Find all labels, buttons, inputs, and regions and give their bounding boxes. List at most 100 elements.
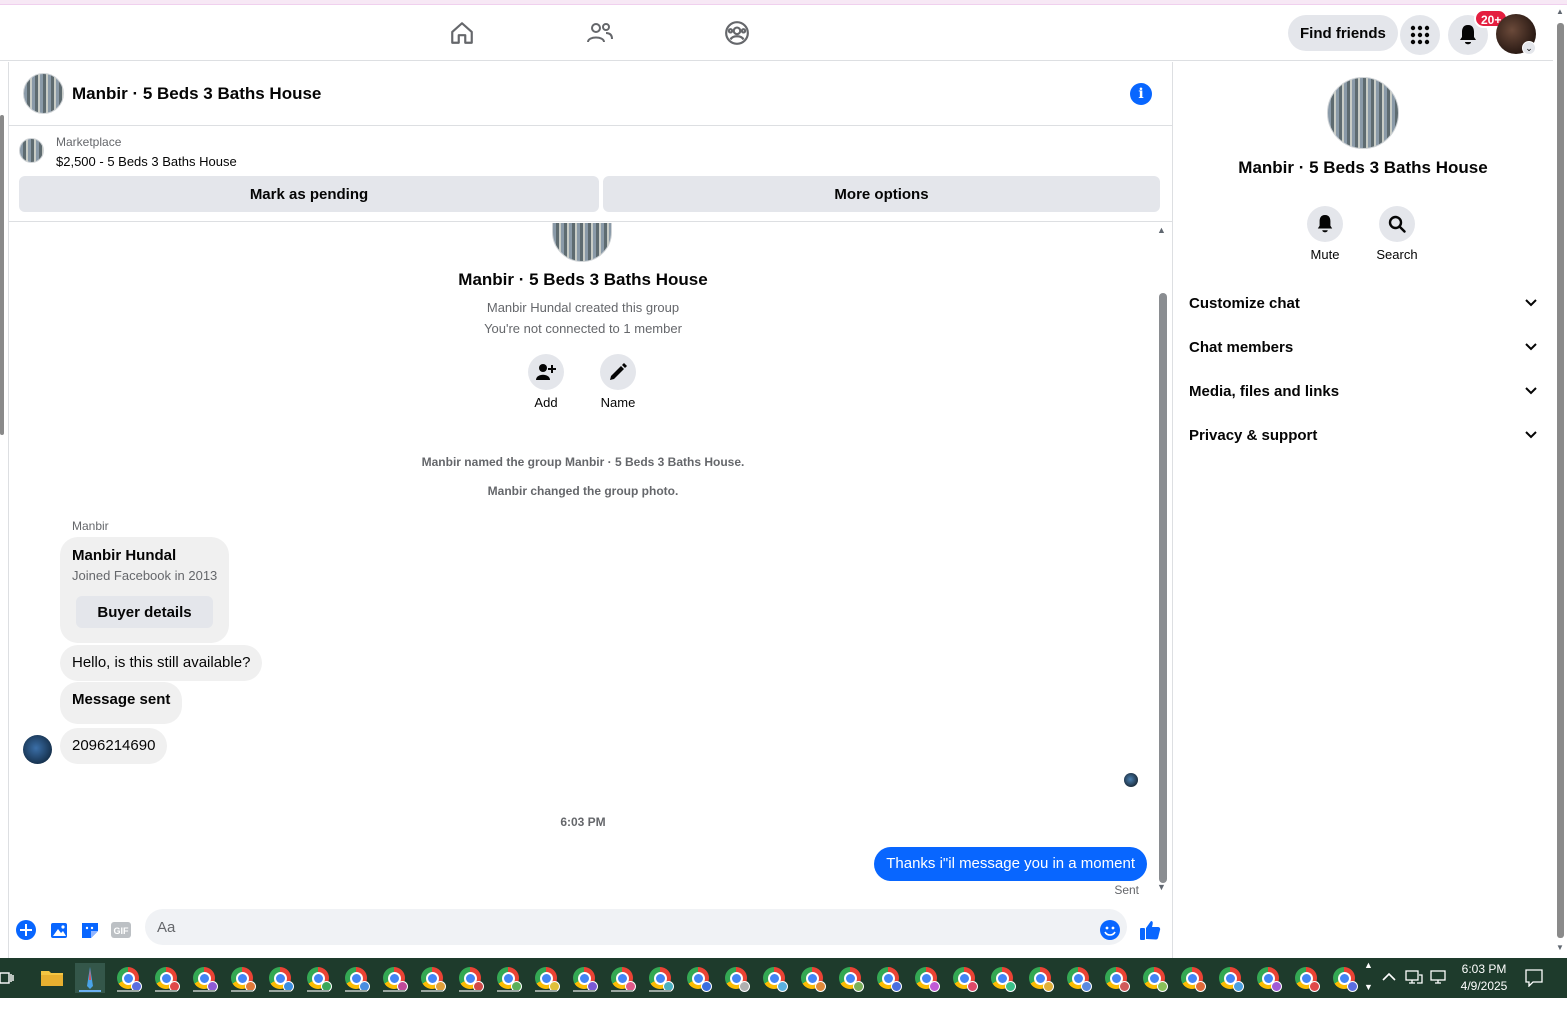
chrome-window-icon[interactable]	[645, 963, 675, 993]
friends-icon[interactable]	[584, 17, 616, 49]
info-icon[interactable]: i	[1130, 83, 1152, 105]
chrome-window-icon[interactable]	[1215, 963, 1245, 993]
scroll-up-icon[interactable]: ▲	[1157, 225, 1166, 235]
listing-thumbnail[interactable]	[19, 138, 44, 163]
groups-icon[interactable]	[721, 17, 753, 49]
system-clock[interactable]: 6:03 PM 4/9/2025	[1448, 961, 1520, 995]
page-scrollbar[interactable]: ▲ ▼	[1553, 5, 1567, 958]
chrome-window-icon[interactable]	[1291, 963, 1321, 993]
buyer-details-button[interactable]: Buyer details	[76, 596, 213, 628]
sticker-icon[interactable]	[79, 919, 101, 941]
listing-title[interactable]: $2,500 - 5 Beds 3 Baths House	[56, 154, 237, 169]
find-friends-button[interactable]: Find friends	[1288, 15, 1398, 51]
chrome-window-icon[interactable]	[341, 963, 371, 993]
chevron-down-icon	[1525, 429, 1537, 441]
message-bubble[interactable]: Message sent	[60, 682, 183, 724]
open-indicator	[611, 990, 633, 992]
chrome-window-icon[interactable]	[1101, 963, 1131, 993]
edit-name-icon[interactable]	[600, 354, 636, 390]
section-chat-members[interactable]: Chat members	[1189, 325, 1537, 369]
section-privacy-support[interactable]: Privacy & support	[1189, 413, 1537, 457]
add-label[interactable]: Add	[510, 395, 582, 410]
chrome-window-icon[interactable]	[759, 963, 789, 993]
tray-chevron-up-icon[interactable]	[1382, 970, 1396, 1010]
chrome-window-icon[interactable]	[569, 963, 599, 993]
chevron-down-icon[interactable]: ⌄	[1522, 41, 1536, 55]
profile-badge-icon	[1043, 981, 1054, 992]
chrome-window-icon[interactable]	[265, 963, 295, 993]
notification-center-icon[interactable]	[1525, 969, 1543, 1009]
my-message-bubble[interactable]: Thanks i"il message you in a moment	[874, 847, 1147, 881]
chrome-logo-icon	[1219, 967, 1244, 992]
file-explorer-icon[interactable]	[37, 963, 67, 993]
chrome-window-icon[interactable]	[227, 963, 257, 993]
chrome-window-icon[interactable]	[873, 963, 903, 993]
section-media-files-links[interactable]: Media, files and links	[1189, 369, 1537, 413]
mute-bell-icon[interactable]	[1307, 206, 1343, 242]
message-bubble[interactable]: Hello, is this still available?	[60, 645, 263, 681]
section-customize-chat[interactable]: Customize chat	[1189, 281, 1537, 325]
group-avatar[interactable]	[23, 73, 64, 114]
thread-scrollbar[interactable]: ▲ ▼	[1156, 223, 1170, 901]
message-bubble[interactable]: 2096214690	[60, 728, 168, 764]
search-icon[interactable]	[1379, 206, 1415, 242]
scroll-thumb[interactable]	[1159, 293, 1167, 883]
chrome-window-icon[interactable]	[493, 963, 523, 993]
chrome-window-icon[interactable]	[455, 963, 485, 993]
open-indicator	[649, 990, 671, 992]
chrome-window-icon[interactable]	[1025, 963, 1055, 993]
chrome-window-icon[interactable]	[151, 963, 181, 993]
chrome-window-icon[interactable]	[303, 963, 333, 993]
chrome-window-icon[interactable]	[531, 963, 561, 993]
chevron-down-icon	[1525, 297, 1537, 309]
chrome-window-icon[interactable]	[987, 963, 1017, 993]
name-label[interactable]: Name	[582, 395, 654, 410]
message-input[interactable]	[145, 909, 1127, 945]
chrome-window-icon[interactable]	[949, 963, 979, 993]
profile-badge-icon	[777, 981, 788, 992]
chrome-window-icon[interactable]	[835, 963, 865, 993]
chrome-window-icon[interactable]	[417, 963, 447, 993]
pinned-app-icon[interactable]	[75, 963, 105, 993]
home-icon[interactable]	[446, 17, 478, 49]
scroll-down-icon[interactable]: ▼	[1364, 982, 1373, 992]
plus-icon[interactable]	[15, 919, 37, 941]
scroll-up-icon[interactable]: ▲	[1556, 7, 1564, 16]
scroll-down-icon[interactable]: ▼	[1556, 943, 1564, 952]
chrome-logo-icon	[383, 967, 408, 992]
network-icon[interactable]	[1405, 969, 1423, 1009]
chrome-window-icon[interactable]	[379, 963, 409, 993]
chrome-window-icon[interactable]	[189, 963, 219, 993]
chrome-window-icon[interactable]	[113, 963, 143, 993]
search-label[interactable]: Search	[1361, 247, 1433, 262]
chrome-window-icon[interactable]	[1253, 963, 1283, 993]
chrome-window-icon[interactable]	[911, 963, 941, 993]
mark-as-pending-button[interactable]: Mark as pending	[19, 176, 599, 212]
menu-grid-icon[interactable]	[1400, 15, 1440, 55]
chat-title[interactable]: Manbir · 5 Beds 3 Baths House	[72, 84, 321, 104]
page-scroll-thumb[interactable]	[1557, 23, 1564, 938]
more-options-button[interactable]: More options	[603, 176, 1160, 212]
emoji-icon[interactable]	[1099, 919, 1121, 941]
scroll-down-icon[interactable]: ▼	[1157, 882, 1166, 892]
chrome-window-icon[interactable]	[683, 963, 713, 993]
chrome-window-icon[interactable]	[1329, 963, 1359, 993]
taskbar-scroll[interactable]: ▲ ▼	[1362, 958, 1376, 998]
mute-label[interactable]: Mute	[1289, 247, 1361, 262]
gif-icon[interactable]: GIF	[110, 919, 132, 941]
chrome-window-icon[interactable]	[607, 963, 637, 993]
details-group-avatar[interactable]	[1327, 77, 1399, 149]
chrome-window-icon[interactable]	[1139, 963, 1169, 993]
task-view-icon[interactable]	[0, 963, 22, 993]
add-member-icon[interactable]	[528, 354, 564, 390]
chrome-window-icon[interactable]	[1177, 963, 1207, 993]
chat-header: Manbir · 5 Beds 3 Baths House i	[9, 62, 1173, 126]
photo-icon[interactable]	[48, 919, 70, 941]
sender-avatar[interactable]	[23, 735, 52, 764]
scroll-up-icon[interactable]: ▲	[1364, 960, 1373, 970]
chrome-window-icon[interactable]	[721, 963, 751, 993]
display-icon[interactable]	[1430, 969, 1446, 1009]
chrome-window-icon[interactable]	[797, 963, 827, 993]
like-thumb-icon[interactable]	[1139, 919, 1161, 941]
chrome-window-icon[interactable]	[1063, 963, 1093, 993]
